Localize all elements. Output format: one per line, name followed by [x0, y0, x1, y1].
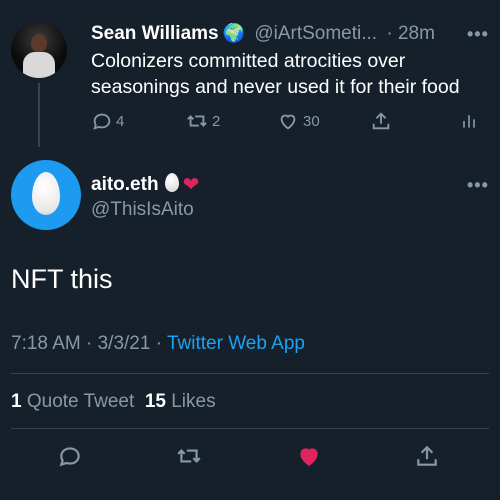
- main-author-name-row: aito.eth ❤: [91, 173, 199, 196]
- share-icon: [372, 112, 390, 130]
- tweet-source-link[interactable]: Twitter Web App: [167, 333, 305, 354]
- reply-icon: [59, 447, 80, 467]
- parent-retweet-button[interactable]: 2: [185, 110, 220, 132]
- divider: [11, 428, 489, 429]
- red-heart-icon: ❤: [182, 174, 200, 196]
- like-count: 15: [144, 391, 166, 412]
- share-button[interactable]: [414, 443, 440, 474]
- main-avatar[interactable]: [11, 160, 81, 230]
- share-icon: [417, 445, 437, 466]
- parent-author-name[interactable]: Sean Williams: [91, 23, 219, 44]
- parent-action-bar: 4 2 30: [91, 110, 486, 136]
- parent-reply-button[interactable]: 4: [91, 110, 124, 132]
- analytics-icon: [463, 115, 475, 128]
- egg-icon: [164, 173, 179, 192]
- retweet-icon: [187, 115, 207, 127]
- parent-reply-count: 4: [116, 112, 125, 130]
- like-button[interactable]: [295, 443, 323, 474]
- tweet-timestamp: 7:18 AM · 3/3/21 · Twitter Web App: [11, 333, 305, 355]
- likes-stat[interactable]: 15 Likes: [145, 391, 216, 412]
- parent-like-button[interactable]: 30: [277, 110, 320, 132]
- thread-line: [38, 83, 40, 147]
- heart-filled-icon: [300, 448, 318, 466]
- main-action-bar: [0, 443, 500, 473]
- quote-count: 1: [11, 391, 22, 412]
- divider: [11, 373, 489, 374]
- likes-label: Likes: [171, 391, 216, 412]
- quote-tweets-stat[interactable]: 1 Quote Tweet: [11, 391, 134, 412]
- retweet-button[interactable]: [175, 443, 203, 474]
- parent-more-icon[interactable]: •••: [467, 24, 489, 45]
- parent-avatar[interactable]: [11, 22, 67, 78]
- globe-icon: 🌍: [222, 23, 246, 43]
- quote-label: Quote Tweet: [26, 391, 135, 412]
- main-author-name[interactable]: aito.eth: [91, 174, 159, 195]
- parent-tweet-time[interactable]: · 28m: [386, 23, 435, 44]
- heart-outline-icon: [280, 114, 296, 130]
- main-author-handle[interactable]: @ThisIsAito: [91, 199, 194, 221]
- main-more-icon[interactable]: •••: [467, 175, 489, 196]
- reply-icon: [93, 113, 111, 130]
- parent-author-handle[interactable]: @iArtSometi...: [254, 23, 377, 44]
- tweet-stats: 1 Quote Tweet 15 Likes: [11, 391, 216, 413]
- parent-like-count: 30: [303, 112, 320, 130]
- egg-avatar-icon: [32, 172, 60, 215]
- parent-retweet-count: 2: [212, 112, 221, 130]
- reply-button[interactable]: [57, 443, 83, 474]
- parent-tweet-text: Colonizers committed atrocities over sea…: [91, 50, 460, 98]
- tweet-time-date[interactable]: 7:18 AM · 3/3/21 ·: [11, 333, 167, 354]
- parent-tweet-header: Sean Williams 🌍 @iArtSometi... · 28m: [91, 22, 435, 45]
- main-tweet-text: NFT this: [11, 264, 113, 294]
- parent-analytics-button[interactable]: [459, 110, 479, 132]
- parent-share-button[interactable]: [370, 110, 392, 132]
- retweet-icon: [177, 449, 201, 463]
